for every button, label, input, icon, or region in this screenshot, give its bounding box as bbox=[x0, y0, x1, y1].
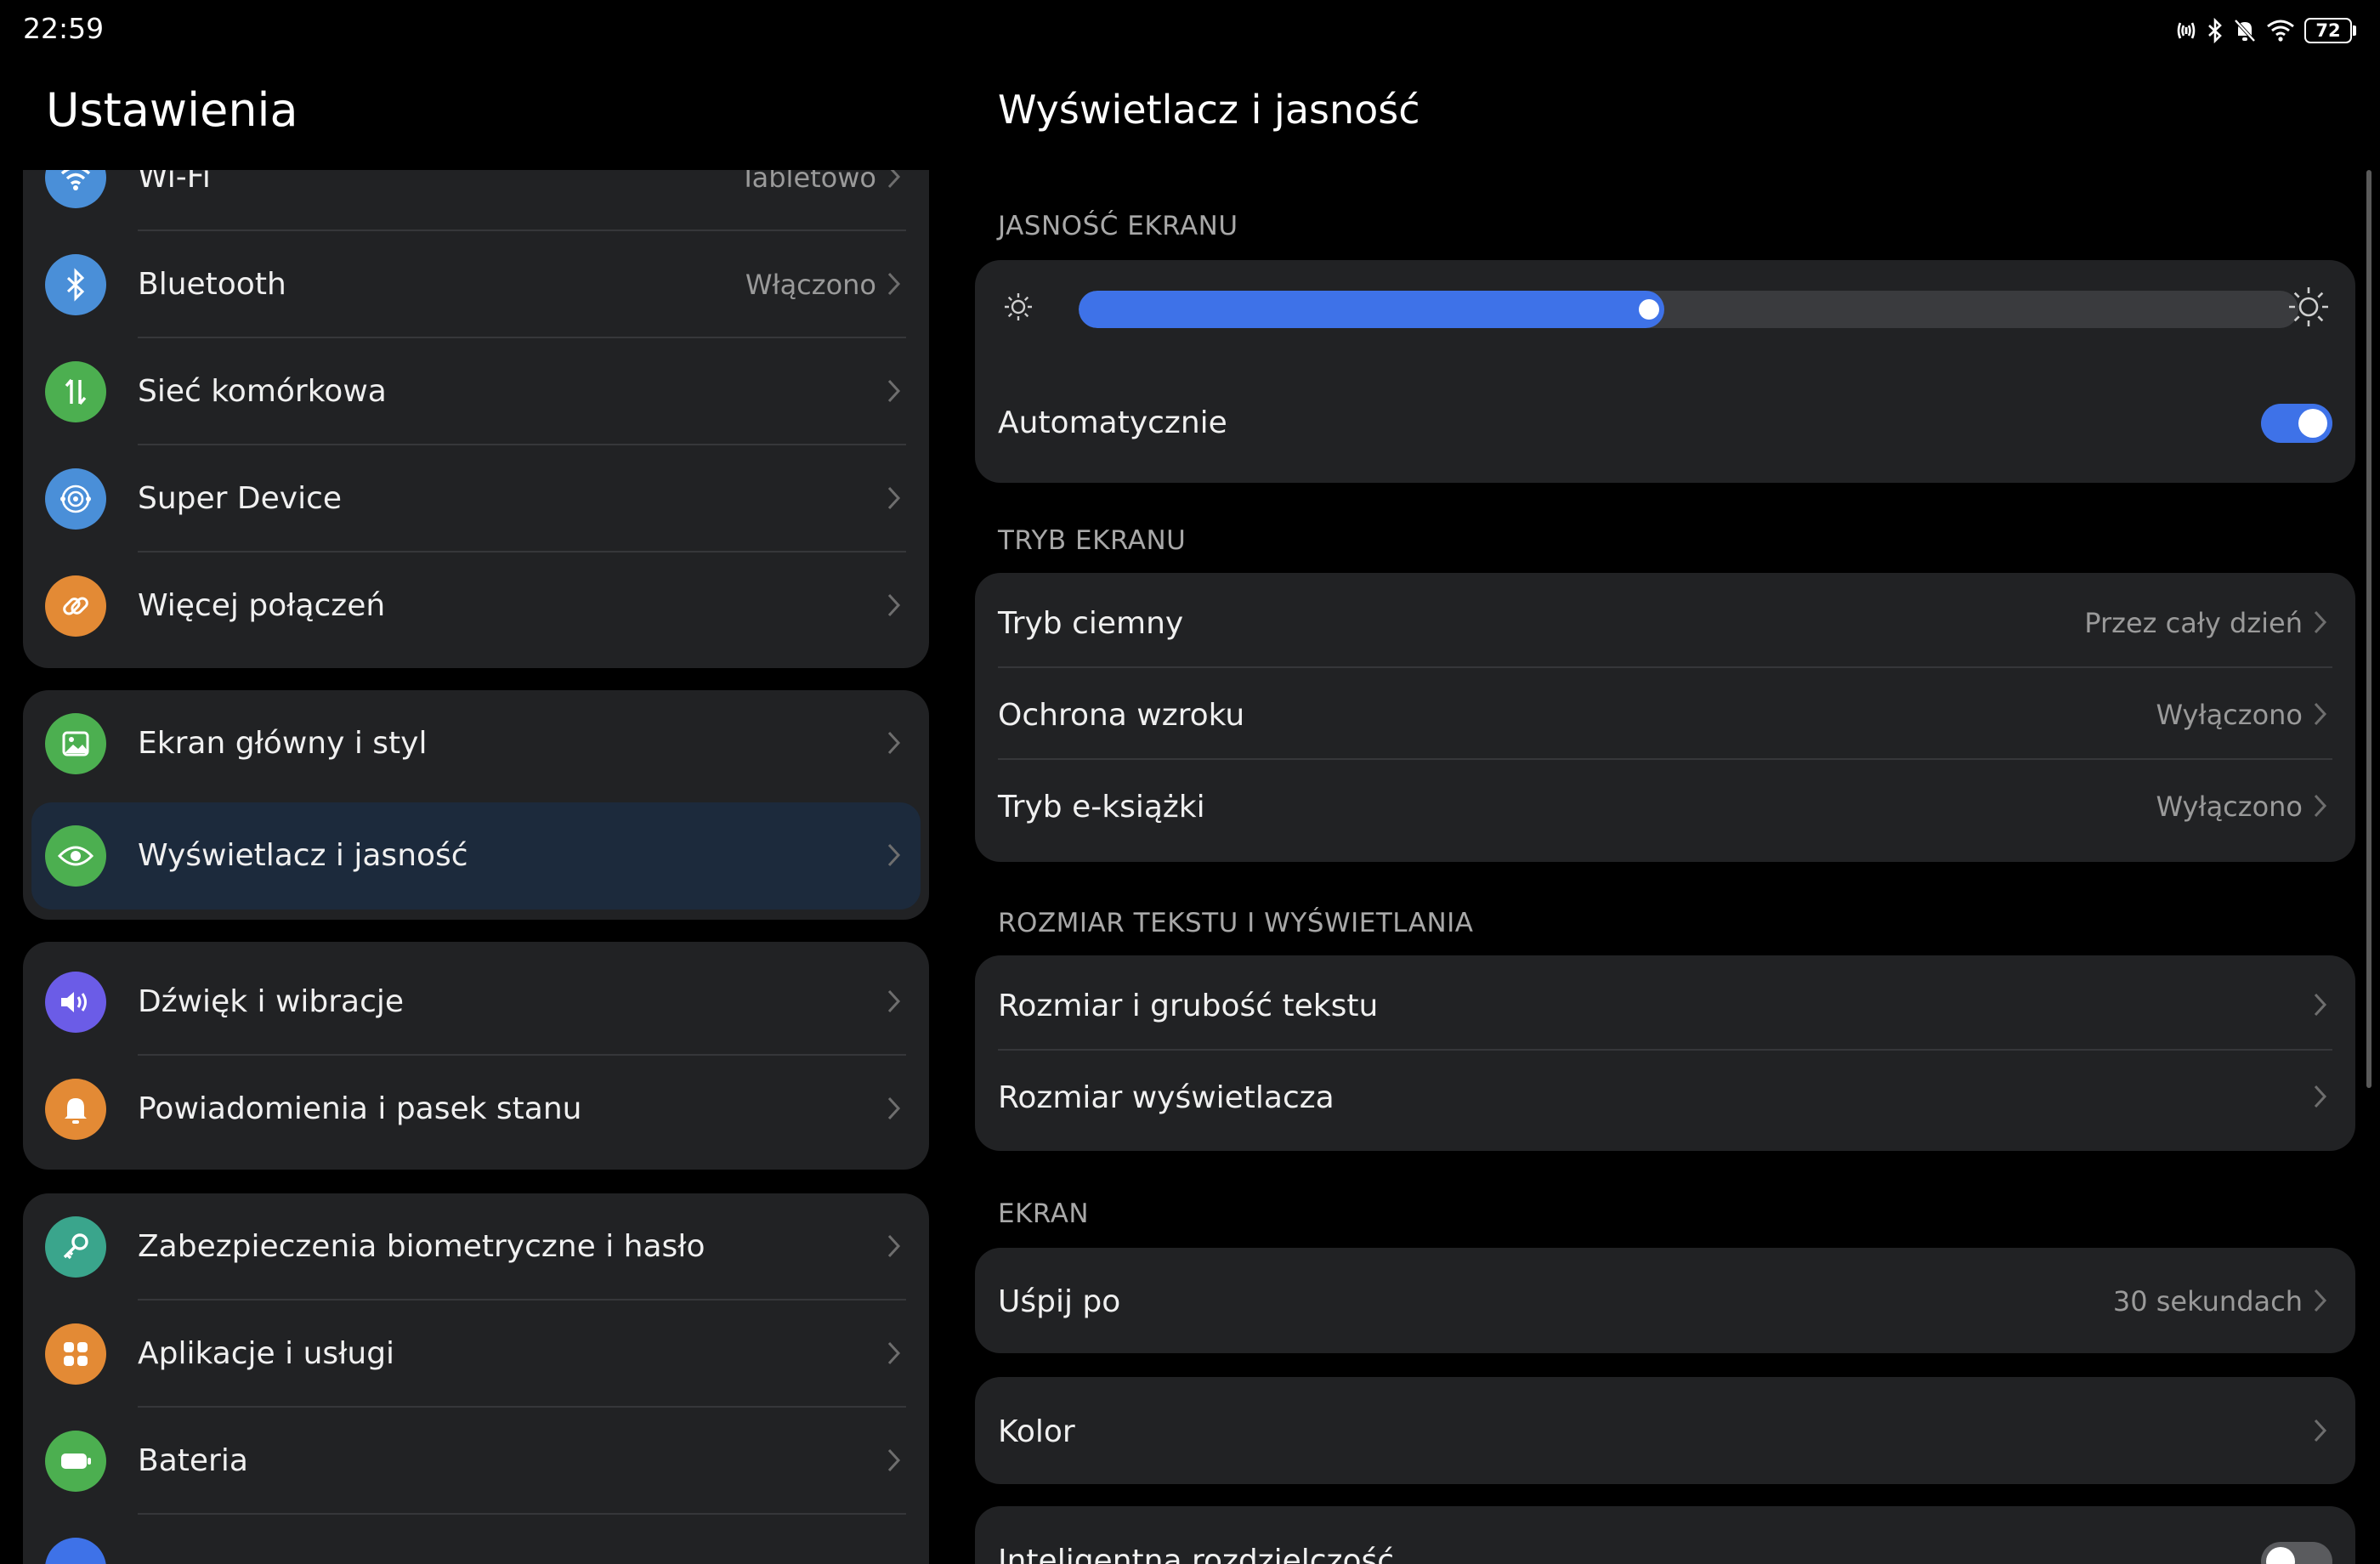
dark-mode-row[interactable]: Tryb ciemny Przez cały dzień bbox=[975, 576, 2355, 668]
sidebar-item-bluetooth[interactable]: Bluetooth Włączono bbox=[23, 231, 929, 338]
sidebar-item-cellular[interactable]: Sieć komórkowa bbox=[23, 338, 929, 445]
card-security-apps: Zabezpieczenia biometryczne i hasło Apli… bbox=[23, 1193, 929, 1564]
chevron-right-icon bbox=[2314, 993, 2327, 1017]
wifi-icon bbox=[2267, 20, 2294, 42]
smart-resolution-toggle[interactable] bbox=[2261, 1542, 2332, 1564]
page-title: Ustawienia bbox=[46, 83, 298, 137]
chevron-right-icon bbox=[2314, 610, 2327, 634]
card-sleep: Uśpij po 30 sekundach bbox=[975, 1248, 2355, 1353]
sidebar-item-next-partial[interactable] bbox=[23, 1515, 929, 1564]
card-display: Ekran główny i styl Wyświetlacz i jasnoś… bbox=[23, 690, 929, 920]
sidebar-item-sound[interactable]: Dźwięk i wibracje bbox=[23, 949, 929, 1056]
card-color: Kolor bbox=[975, 1377, 2355, 1484]
auto-brightness-row[interactable]: Automatycznie bbox=[975, 376, 2355, 468]
section-title-screen-mode: TRYB EKRANU bbox=[998, 525, 1187, 556]
partial-icon bbox=[45, 1538, 106, 1564]
apps-icon bbox=[45, 1323, 106, 1385]
color-row[interactable]: Kolor bbox=[975, 1385, 2355, 1476]
card-text-size: Rozmiar i grubość tekstu Rozmiar wyświet… bbox=[975, 955, 2355, 1151]
sidebar-item-display-brightness[interactable]: Wyświetlacz i jasność bbox=[31, 802, 921, 910]
sidebar-item-wifi[interactable]: Wi-Fi Tabletowo bbox=[23, 170, 929, 231]
card-brightness: Automatycznie bbox=[975, 260, 2355, 483]
brightness-slider[interactable] bbox=[975, 260, 2355, 354]
sidebar-item-battery[interactable]: Bateria bbox=[23, 1408, 929, 1515]
sun-large-icon bbox=[2289, 287, 2328, 326]
image-icon bbox=[45, 713, 106, 774]
chevron-right-icon bbox=[2314, 794, 2327, 818]
bluetooth-icon bbox=[45, 254, 106, 315]
detail-title: Wyświetlacz i jasność bbox=[998, 87, 1420, 133]
bell-muted-icon bbox=[2234, 19, 2256, 42]
chevron-right-icon bbox=[2314, 1419, 2327, 1442]
bluetooth-icon bbox=[2208, 18, 2222, 43]
sidebar-item-security[interactable]: Zabezpieczenia biometryczne i hasło bbox=[23, 1193, 929, 1300]
chevron-right-icon bbox=[2314, 1085, 2327, 1108]
eye-comfort-row[interactable]: Ochrona wzroku Wyłączono bbox=[975, 668, 2355, 760]
chevron-right-icon bbox=[2314, 1289, 2327, 1312]
display-size-row[interactable]: Rozmiar wyświetlacza bbox=[975, 1051, 2355, 1142]
status-icons: 72 bbox=[2175, 14, 2356, 48]
sidebar-item-notifications[interactable]: Powiadomienia i pasek stanu bbox=[23, 1056, 929, 1163]
card-sound-notifications: Dźwięk i wibracje Powiadomienia i pasek … bbox=[23, 942, 929, 1170]
auto-brightness-toggle[interactable] bbox=[2261, 404, 2332, 443]
battery-indicator: 72 bbox=[2304, 18, 2356, 43]
chevron-right-icon bbox=[887, 593, 901, 617]
chevron-right-icon bbox=[887, 272, 901, 296]
ebook-mode-row[interactable]: Tryb e-książki Wyłączono bbox=[975, 760, 2355, 852]
chevron-right-icon bbox=[887, 1096, 901, 1120]
brightness-fill bbox=[1079, 291, 1664, 328]
chevron-right-icon bbox=[887, 379, 901, 403]
chevron-right-icon bbox=[2314, 702, 2327, 726]
eye-icon bbox=[45, 825, 106, 887]
sidebar-item-apps[interactable]: Aplikacje i usługi bbox=[23, 1300, 929, 1408]
sleep-row[interactable]: Uśpij po 30 sekundach bbox=[975, 1255, 2355, 1346]
chevron-right-icon bbox=[887, 989, 901, 1013]
sidebar-item-home-screen[interactable]: Ekran główny i styl bbox=[23, 690, 929, 797]
detail-pane: Wyświetlacz i jasność JASNOŚĆ EKRANU Aut… bbox=[952, 61, 2380, 1564]
nfc-icon bbox=[2177, 22, 2196, 39]
brightness-thumb[interactable] bbox=[1639, 299, 1659, 320]
chevron-right-icon bbox=[887, 1341, 901, 1365]
section-title-brightness: JASNOŚĆ EKRANU bbox=[998, 211, 1238, 241]
card-smart-resolution: Inteligentna rozdzielczość bbox=[975, 1506, 2355, 1564]
sidebar-item-more-connections[interactable]: Więcej połączeń bbox=[23, 552, 929, 660]
sun-small-icon bbox=[1005, 293, 1032, 320]
chevron-right-icon bbox=[887, 486, 901, 510]
super-device-icon bbox=[45, 468, 106, 530]
battery-level: 72 bbox=[2304, 18, 2352, 43]
speaker-icon bbox=[45, 972, 106, 1033]
section-title-screen: EKRAN bbox=[998, 1198, 1090, 1229]
bell-icon bbox=[45, 1079, 106, 1140]
card-connectivity: Wi-Fi Tabletowo Bluetooth Włączono Sieć … bbox=[23, 170, 929, 668]
settings-list-pane: Ustawienia Wi-Fi Tabletowo Bluetooth Włą… bbox=[0, 61, 952, 1564]
link-icon bbox=[45, 575, 106, 637]
cellular-icon bbox=[45, 361, 106, 422]
chevron-right-icon bbox=[887, 170, 901, 189]
clock: 22:59 bbox=[23, 12, 105, 45]
key-icon bbox=[45, 1216, 106, 1278]
chevron-right-icon bbox=[887, 843, 901, 867]
wifi-icon bbox=[45, 170, 106, 208]
section-title-text-size: ROZMIAR TEKSTU I WYŚWIETLANIA bbox=[998, 908, 1474, 938]
scrollbar[interactable] bbox=[2366, 170, 2372, 1088]
sidebar-item-super-device[interactable]: Super Device bbox=[23, 445, 929, 552]
chevron-right-icon bbox=[887, 1234, 901, 1258]
card-screen-mode: Tryb ciemny Przez cały dzień Ochrona wzr… bbox=[975, 573, 2355, 862]
text-size-row[interactable]: Rozmiar i grubość tekstu bbox=[975, 959, 2355, 1051]
chevron-right-icon bbox=[887, 1448, 901, 1472]
status-bar: 22:59 72 bbox=[0, 0, 2380, 61]
chevron-right-icon bbox=[887, 731, 901, 755]
brightness-track[interactable] bbox=[1079, 291, 2298, 328]
smart-resolution-row[interactable]: Inteligentna rozdzielczość bbox=[975, 1514, 2355, 1564]
settings-list[interactable]: Wi-Fi Tabletowo Bluetooth Włączono Sieć … bbox=[0, 170, 952, 1564]
battery-icon bbox=[45, 1431, 106, 1492]
